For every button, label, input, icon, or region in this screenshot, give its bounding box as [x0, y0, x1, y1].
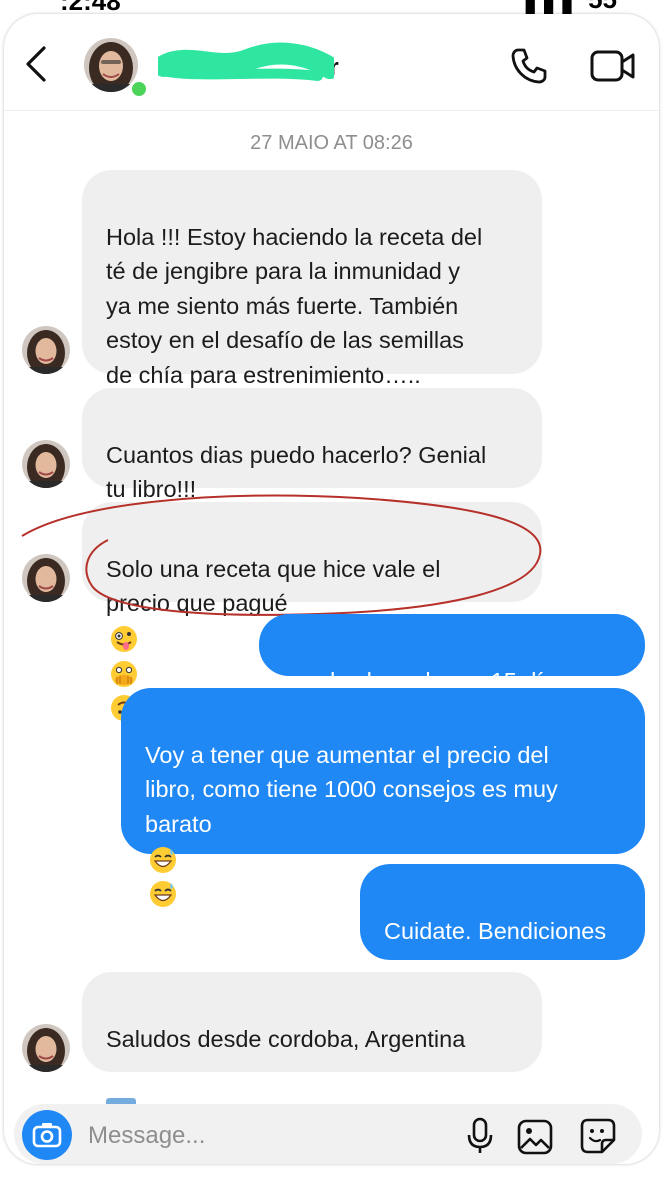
microphone-icon[interactable]	[464, 1116, 496, 1156]
video-camera-icon[interactable]	[589, 48, 637, 84]
online-status-dot	[130, 80, 148, 98]
status-bar: :2:48 ▌▌▌ 55	[0, 0, 667, 14]
image-icon[interactable]	[516, 1118, 554, 1156]
zany-face-icon	[111, 626, 137, 653]
status-time: :2:48	[60, 0, 121, 14]
grinning-sweat-face-icon	[150, 846, 176, 873]
incoming-message[interactable]: Hola !!! Estoy haciendo la receta del té…	[82, 170, 542, 388]
sender-avatar[interactable]	[22, 1024, 70, 1072]
camera-button[interactable]	[22, 1110, 72, 1160]
message-input[interactable]	[86, 1116, 450, 1156]
incoming-message[interactable]: Solo una receta que hice vale el precio …	[82, 502, 542, 722]
outgoing-message[interactable]: Voy a tener que aumentar el precio del l…	[121, 688, 645, 908]
phone-icon[interactable]	[509, 46, 549, 86]
incoming-message[interactable]: Saludos desde cordoba, Argentina	[82, 972, 542, 1121]
date-separator: 27 MAIO AT 08:26	[250, 132, 413, 154]
name-redaction-scribble	[158, 42, 334, 81]
message-text: Cuidate. Bendiciones	[384, 917, 607, 944]
chat-header: er	[4, 14, 659, 111]
sticker-icon[interactable]	[578, 1116, 618, 1156]
chevron-left-icon[interactable]	[20, 44, 54, 84]
camera-icon	[32, 1123, 62, 1148]
incoming-message[interactable]: Cuantos dias puedo hacerlo? Genial tu li…	[82, 388, 542, 502]
outgoing-message[interactable]: Cuidate. Bendiciones	[360, 864, 645, 960]
message-text: Solo una receta que hice vale el precio …	[106, 555, 441, 617]
sender-avatar[interactable]	[22, 440, 70, 488]
chat-screen: er 27 MAIO AT 08:26 Hola !!! Estoy hacie…	[4, 14, 659, 1164]
face-with-open-eyes-and-hand-over-mouth-icon	[111, 660, 137, 687]
grinning-sweat-face-icon	[150, 881, 176, 908]
status-indicators: ▌▌▌ 55	[526, 0, 617, 14]
outgoing-message[interactable]: puedes hacerlo por 15 días….	[259, 614, 645, 694]
sender-avatar[interactable]	[22, 554, 70, 602]
message-text: Cuantos dias puedo hacerlo? Genial tu li…	[106, 441, 487, 503]
message-text: Voy a tener que aumentar el precio del l…	[145, 741, 558, 837]
message-text: Saludos desde cordoba, Argentina	[106, 1025, 466, 1052]
message-text: Hola !!! Estoy haciendo la receta del té…	[106, 223, 483, 388]
sender-avatar[interactable]	[22, 326, 70, 374]
contact-avatar[interactable]	[84, 38, 138, 92]
